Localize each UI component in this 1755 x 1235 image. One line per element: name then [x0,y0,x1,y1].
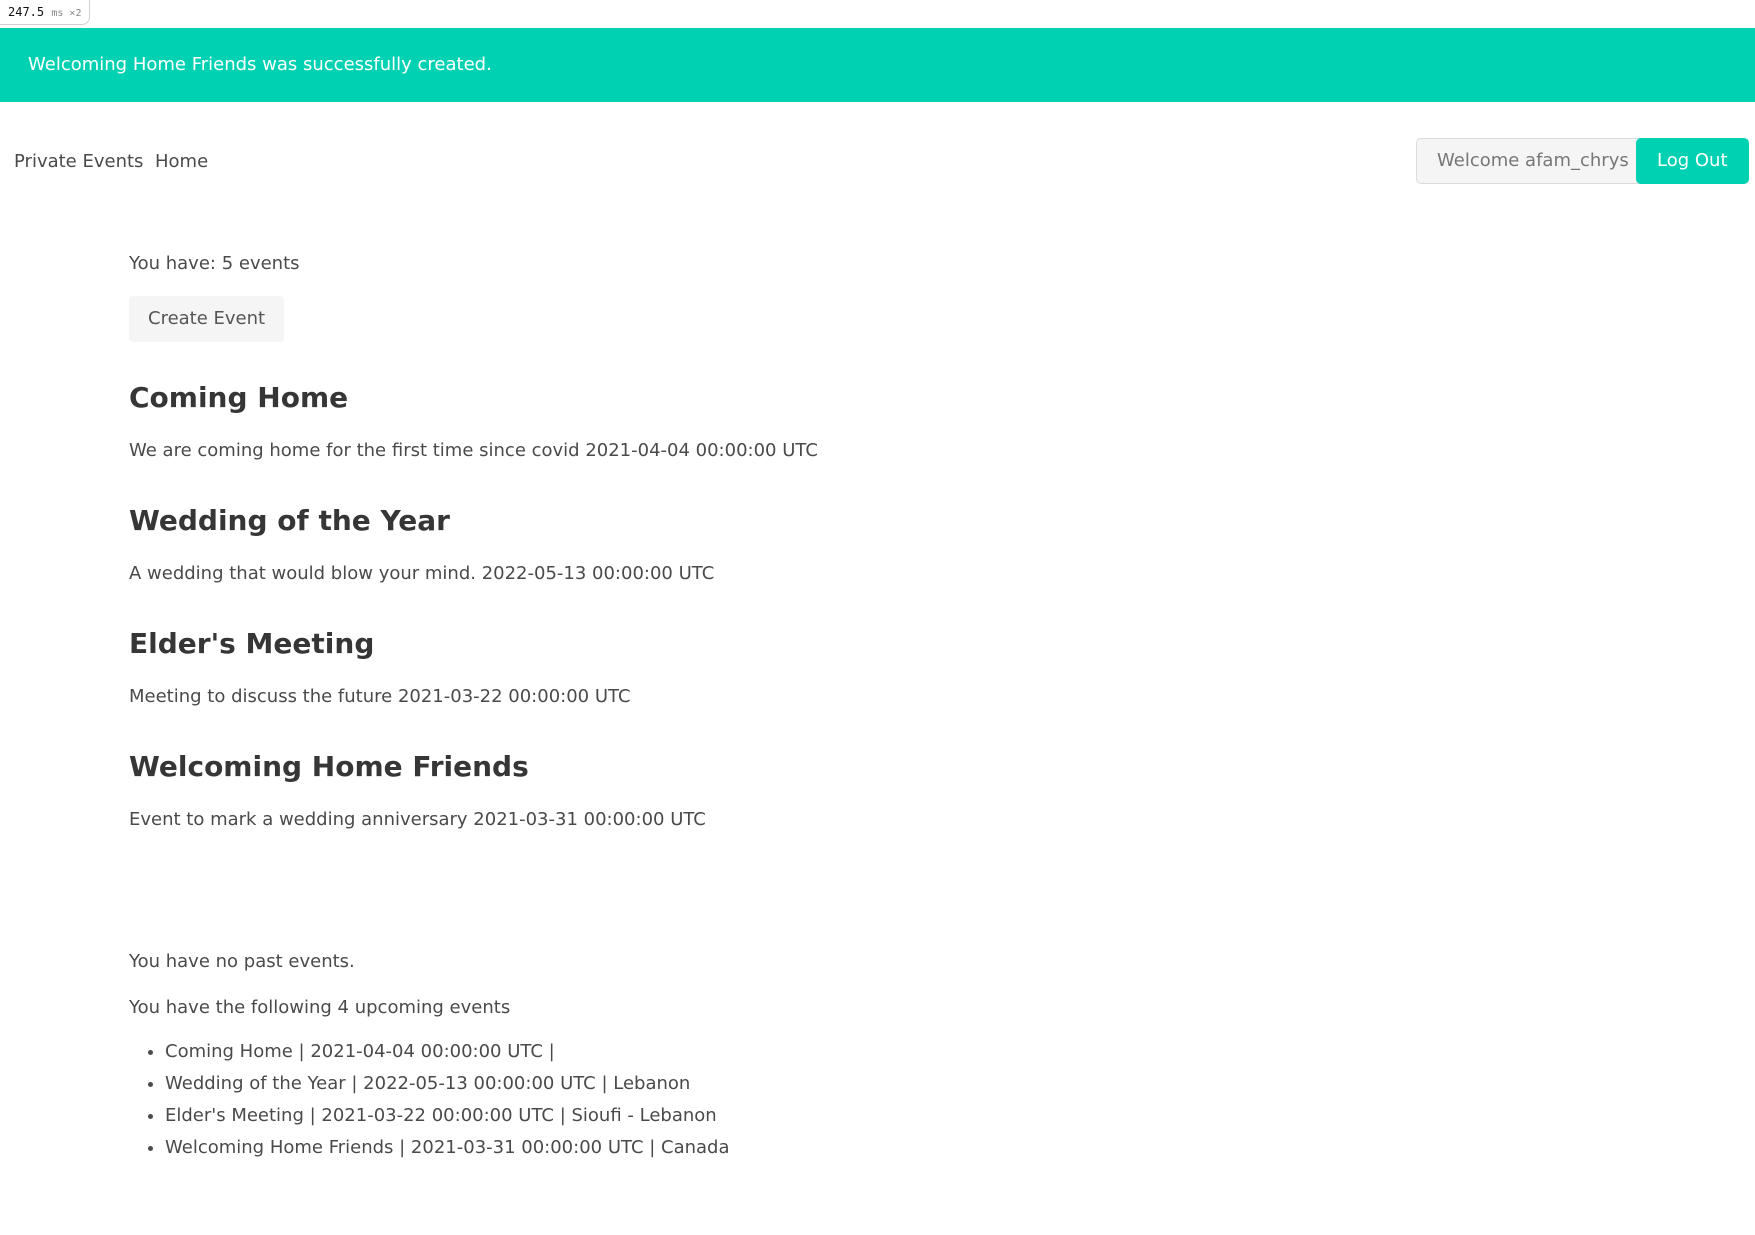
event-title[interactable]: Welcoming Home Friends [129,744,1529,790]
event-description: Event to mark a wedding anniversary 2021… [129,809,706,830]
debug-timing-unit: ms ×2 [51,8,82,19]
flash-notice: Welcoming Home Friends was successfully … [0,28,1755,102]
event-item: Elder's Meeting Meeting to discuss the f… [129,621,1529,713]
nav-home-link[interactable]: Home [155,124,208,200]
flash-message: Welcoming Home Friends was successfully … [28,54,492,75]
list-item: Coming Home | 2021-04-04 00:00:00 UTC | [165,1036,1529,1068]
debug-timer-badge: 247.5 ms ×2 [0,0,91,25]
welcome-user-button[interactable]: Welcome afam_chrys [1416,138,1650,184]
upcoming-events-text: You have the following 4 upcoming events [129,997,511,1018]
event-description: We are coming home for the first time si… [129,440,818,461]
list-item: Welcoming Home Friends | 2021-03-31 00:0… [165,1132,1529,1164]
past-events-text: You have no past events. [129,951,355,972]
event-title[interactable]: Elder's Meeting [129,621,1529,667]
nav-brand-link[interactable]: Private Events [14,124,143,200]
event-item: Wedding of the Year A wedding that would… [129,498,1529,590]
event-description: Meeting to discuss the future 2021-03-22… [129,686,631,707]
event-list: Coming Home We are coming home for the f… [129,375,1529,836]
debug-timing-value: 247.5 [8,5,45,19]
event-item: Coming Home We are coming home for the f… [129,375,1529,467]
upcoming-events-list: Coming Home | 2021-04-04 00:00:00 UTC | … [129,1036,1529,1164]
event-item: Welcoming Home Friends Event to mark a w… [129,744,1529,836]
event-count-text: You have: 5 events [129,253,300,274]
main-content: You have: 5 events Create Event Coming H… [129,250,1529,1164]
navbar: Private Events Home Welcome afam_chrys L… [0,124,1755,200]
list-item: Wedding of the Year | 2022-05-13 00:00:0… [165,1068,1529,1100]
create-event-button[interactable]: Create Event [129,296,285,342]
list-item: Elder's Meeting | 2021-03-22 00:00:00 UT… [165,1100,1529,1132]
event-title[interactable]: Coming Home [129,375,1529,421]
event-description: A wedding that would blow your mind. 202… [129,563,715,584]
event-title[interactable]: Wedding of the Year [129,498,1529,544]
logout-button[interactable]: Log Out [1636,138,1749,184]
